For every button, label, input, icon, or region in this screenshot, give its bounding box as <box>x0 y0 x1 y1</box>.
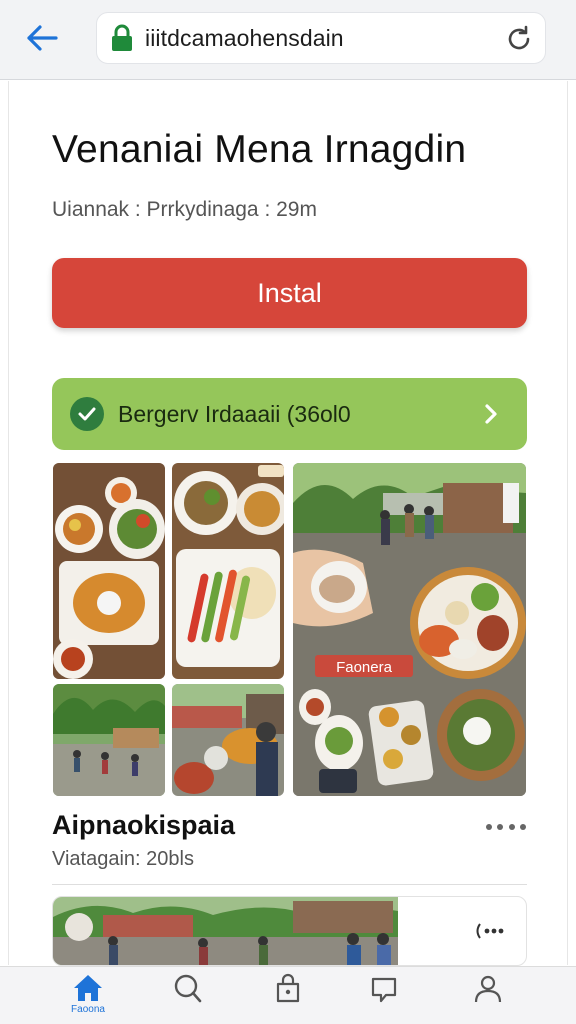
dot-icon <box>519 824 526 830</box>
install-button[interactable]: Instal <box>52 258 527 328</box>
more-horizontal-icon <box>476 923 504 939</box>
bottom-navigation: Faoona <box>0 966 576 1024</box>
home-icon <box>74 975 102 1001</box>
market-card-image <box>53 897 398 965</box>
nav-home-label: Faoona <box>71 1004 105 1015</box>
market-photo-1[interactable] <box>53 684 165 796</box>
url-text[interactable]: iiitdcamaohensdain <box>145 25 505 52</box>
nav-messages[interactable] <box>354 973 414 1021</box>
lock-icon <box>109 23 135 53</box>
featured-photo[interactable]: Faonera <box>293 463 526 796</box>
address-bar[interactable]: iiitdcamaohensdain <box>96 12 546 64</box>
chat-icon <box>371 977 397 1003</box>
info-banner[interactable]: Bergerv Irdaaaii (36ol0 <box>52 378 527 450</box>
app-meta: Uiannak : Prrkydinaga : 29m <box>52 198 317 221</box>
search-icon <box>174 974 202 1003</box>
food-photo-1[interactable] <box>53 463 165 679</box>
reload-button[interactable] <box>503 23 535 55</box>
nav-profile[interactable] <box>458 973 518 1021</box>
market-card[interactable] <box>52 896 527 966</box>
check-icon <box>70 397 104 431</box>
divider <box>52 884 527 885</box>
chevron-right-icon <box>477 400 505 428</box>
nav-home[interactable]: Faoona <box>58 973 118 1021</box>
food-photo-2[interactable] <box>172 463 284 679</box>
card-more-button[interactable] <box>472 918 512 944</box>
browser-toolbar: iiitdcamaohensdain <box>0 0 576 80</box>
dot-icon <box>497 824 504 830</box>
market-photo-2[interactable] <box>172 684 284 796</box>
reload-icon <box>508 25 530 50</box>
dot-icon <box>486 824 492 830</box>
nav-bag[interactable] <box>258 973 318 1021</box>
featured-photo-label: Faonera <box>336 659 393 676</box>
bag-icon <box>276 973 300 1003</box>
dot-icon <box>508 824 515 830</box>
section-title: Aipnaokispaia <box>52 810 236 840</box>
back-button[interactable] <box>20 16 64 60</box>
nav-search[interactable] <box>158 973 218 1021</box>
app-title: Venaniai Mena Irnagdin <box>52 128 467 171</box>
section-subtitle: Viatagain: 20bls <box>52 848 194 870</box>
more-options-button[interactable] <box>486 815 526 839</box>
arrow-left-icon <box>27 25 58 51</box>
profile-icon <box>474 975 502 1003</box>
banner-text: Bergerv Irdaaaii (36ol0 <box>118 400 351 427</box>
